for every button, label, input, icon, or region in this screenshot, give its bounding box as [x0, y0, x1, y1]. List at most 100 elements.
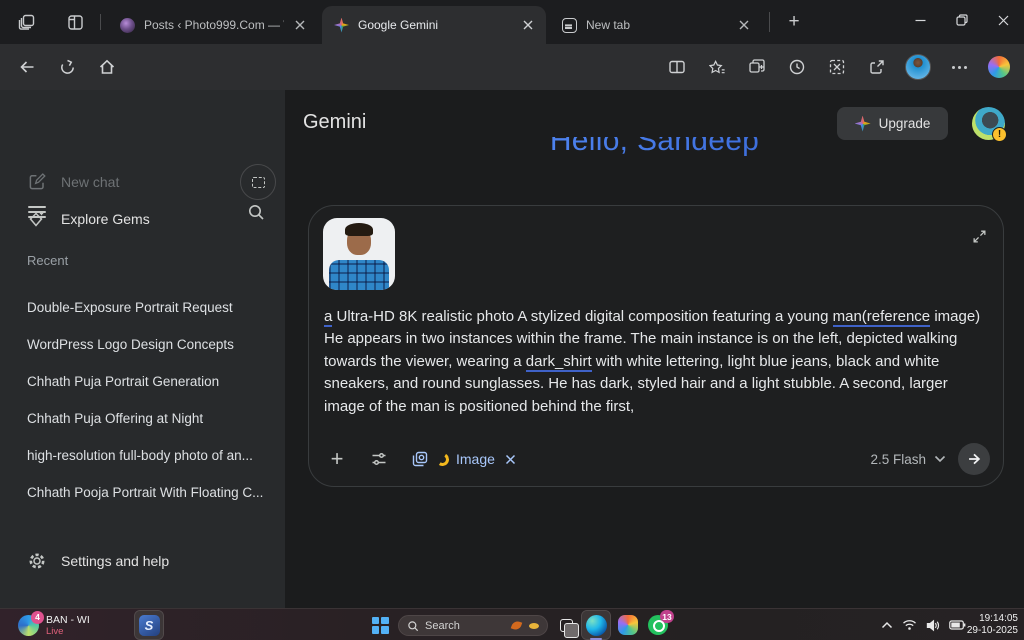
gemini-page: New chat Explore Gems Recent Double-Expo… [0, 90, 1024, 608]
prompt-toolbar: + Image 2.5 Flash [323, 443, 990, 475]
recent-chat-item[interactable]: Chhath Puja Portrait Generation [12, 363, 267, 399]
copilot-icon [618, 615, 638, 635]
s-app-icon: S [139, 615, 160, 636]
widget-title: BAN - WI [46, 614, 90, 626]
chevron-down-icon [934, 455, 946, 463]
tab-actions-icon[interactable] [65, 12, 85, 32]
taskbar-search[interactable]: Search [398, 615, 548, 636]
copilot-icon[interactable] [984, 53, 1014, 81]
refresh-button[interactable] [52, 53, 82, 81]
recent-chat-item[interactable]: Chhath Pooja Portrait With Floating C... [12, 474, 267, 510]
volume-icon[interactable] [926, 619, 940, 632]
history-icon[interactable] [782, 53, 812, 81]
send-arrow-icon [966, 451, 982, 467]
hidden-icons-chevron[interactable] [881, 621, 893, 629]
profile-avatar[interactable] [903, 53, 933, 81]
widget-badge: 4 [31, 611, 44, 624]
prompt-input[interactable]: a Ultra-HD 8K realistic photo A stylized… [324, 306, 988, 418]
upgrade-button[interactable]: Upgrade [837, 107, 948, 140]
task-view-icon [560, 619, 573, 632]
battery-icon[interactable] [949, 620, 966, 630]
restore-button[interactable] [941, 0, 983, 40]
new-chat-button[interactable]: New chat [12, 164, 252, 200]
greeting-text: Hello, Sandeep [550, 137, 759, 158]
wifi-icon[interactable] [902, 619, 917, 631]
taskbar-whatsapp[interactable]: 13 [644, 611, 672, 639]
workspaces-icon[interactable] [17, 12, 37, 32]
divider [100, 14, 101, 30]
settings-help-label: Settings and help [61, 553, 169, 569]
tab-strip: Posts ‹ Photo999.Com — W Google Gemini N… [0, 0, 1024, 44]
expand-icon[interactable] [969, 226, 989, 246]
back-button[interactable] [12, 53, 42, 81]
send-button[interactable] [958, 443, 990, 475]
share-icon[interactable] [862, 53, 892, 81]
taskbar-clock[interactable]: 19:14:05 29-10-2025 [966, 613, 1018, 637]
new-tab-button[interactable]: + [782, 10, 806, 34]
tab-close-icon[interactable] [520, 17, 536, 33]
image-tool-chip[interactable]: Image [411, 450, 516, 468]
tab-title: Google Gemini [358, 18, 512, 32]
recent-chat-item[interactable]: Chhath Puja Offering at Night [12, 400, 267, 436]
tab-newtab[interactable]: New tab [550, 10, 762, 40]
add-attachment-button[interactable]: + [323, 445, 351, 473]
more-menu-icon[interactable] [944, 53, 974, 81]
taskbar-app-s[interactable]: S [135, 611, 163, 639]
image-stack-icon [411, 450, 429, 468]
home-button[interactable] [92, 53, 122, 81]
edge-icon [586, 615, 607, 636]
gemini-spark-icon [855, 116, 871, 132]
tab-close-icon[interactable] [292, 17, 308, 33]
dashed-box-icon [252, 177, 265, 188]
browser-toolbar: https://gemini.google.com/app?hl=en-GB [0, 44, 1024, 90]
avatar-image [905, 54, 931, 80]
windows-taskbar: 4 BAN - WI Live S Search 13 [0, 608, 1024, 640]
new-tab-page-icon [562, 18, 577, 33]
tools-icon[interactable] [365, 445, 393, 473]
collections-icon[interactable] [742, 53, 772, 81]
greeting-clip: Hello, Sandeep [285, 137, 1024, 159]
widgets-icon: 4 [18, 615, 39, 636]
explore-gems-label: Explore Gems [61, 211, 150, 227]
banana-icon [435, 451, 450, 466]
temporary-chat-button[interactable] [240, 164, 276, 200]
task-view-button[interactable] [552, 611, 580, 639]
tab-close-icon[interactable] [736, 17, 752, 33]
account-avatar[interactable]: ! [972, 107, 1005, 140]
image-chip-label: Image [456, 451, 495, 467]
new-chat-label: New chat [61, 174, 119, 190]
gem-icon [28, 210, 46, 228]
widget-live-label: Live [46, 626, 90, 637]
gemini-sidebar: New chat Explore Gems Recent Double-Expo… [0, 90, 285, 608]
search-label: Search [425, 620, 506, 632]
widgets-button[interactable]: 4 BAN - WI Live [12, 609, 96, 640]
start-button[interactable] [366, 611, 394, 639]
recent-chat-item[interactable]: WordPress Logo Design Concepts [12, 326, 267, 362]
tab-title: Posts ‹ Photo999.Com — W [144, 18, 284, 32]
whatsapp-badge: 13 [660, 610, 674, 623]
explore-gems-button[interactable]: Explore Gems [12, 201, 252, 237]
windows-start-icon [372, 617, 389, 634]
web-capture-icon[interactable] [822, 53, 852, 81]
search-icon [407, 620, 419, 632]
settings-help-button[interactable]: Settings and help [12, 543, 252, 579]
gear-icon [28, 552, 46, 570]
recent-chat-item[interactable]: Double-Exposure Portrait Request [12, 289, 267, 325]
tab-gemini[interactable]: Google Gemini [322, 6, 546, 44]
gemini-app-title: Gemini [303, 111, 366, 134]
taskbar-edge[interactable] [582, 611, 610, 639]
minimize-button[interactable] [899, 0, 941, 40]
split-screen-icon[interactable] [662, 53, 692, 81]
autumn-leaf-icon [511, 620, 523, 632]
remove-tool-icon[interactable] [505, 454, 516, 465]
divider [769, 12, 770, 32]
attached-image-thumbnail[interactable] [323, 218, 395, 290]
close-window-button[interactable] [982, 0, 1024, 40]
tab-photo999[interactable]: Posts ‹ Photo999.Com — W [108, 10, 318, 40]
recent-chat-item[interactable]: high-resolution full-body photo of an... [12, 437, 267, 473]
model-selector[interactable]: 2.5 Flash [870, 452, 946, 467]
taskbar-copilot[interactable] [614, 611, 642, 639]
fish-icon [529, 623, 539, 629]
photo999-favicon [120, 18, 135, 33]
favorites-icon[interactable] [702, 53, 732, 81]
